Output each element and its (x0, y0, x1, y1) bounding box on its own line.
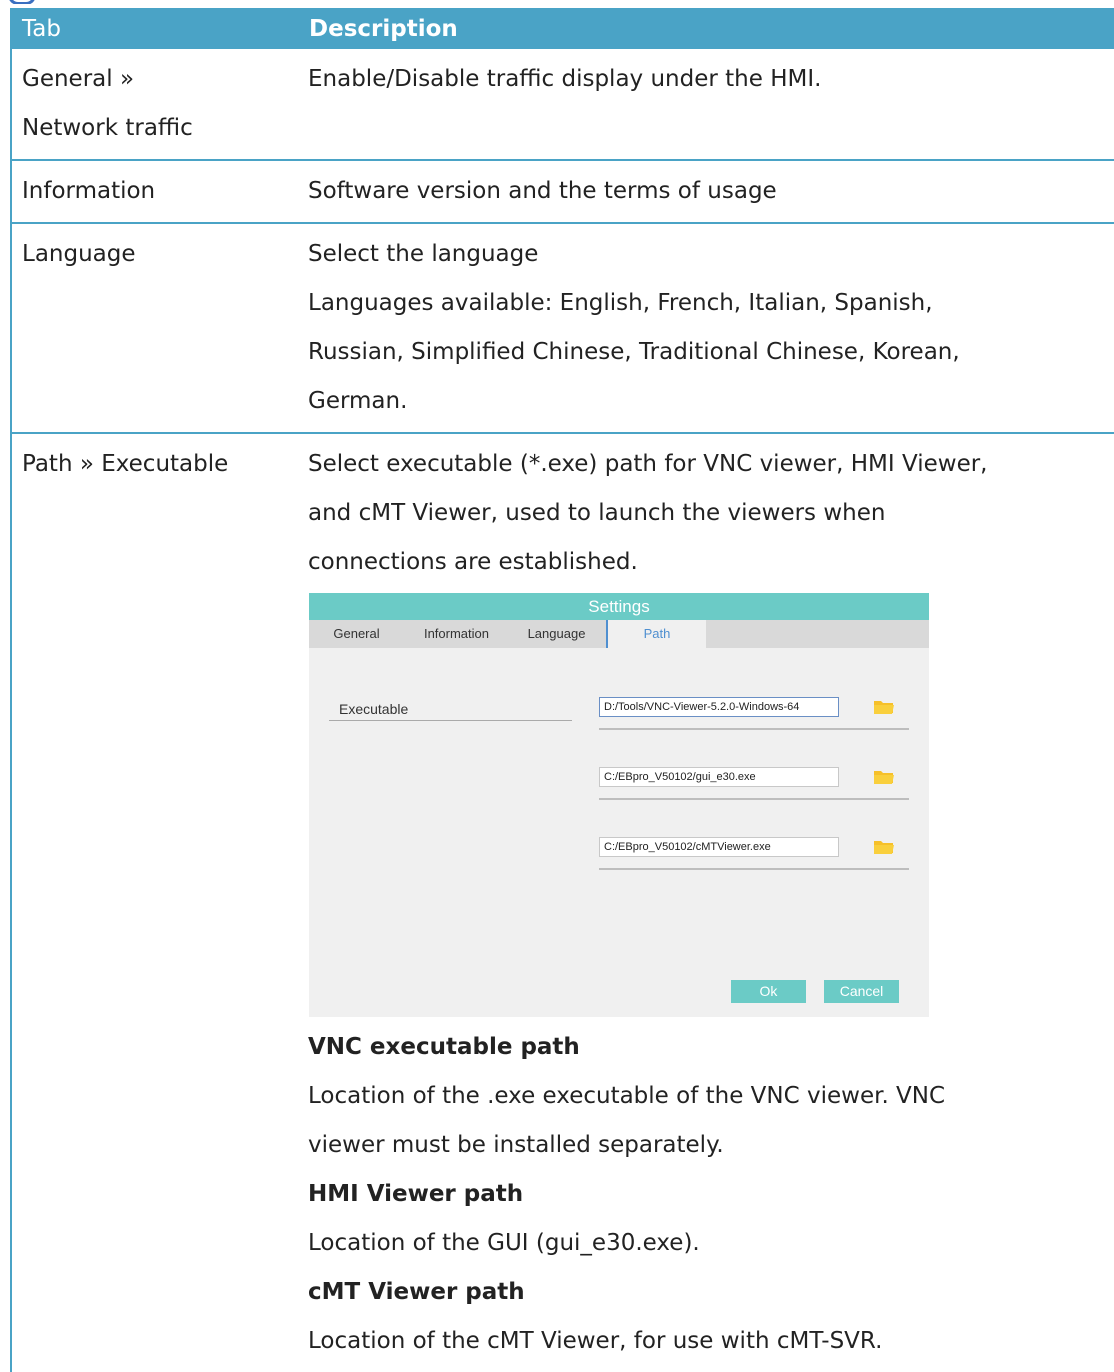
table-row-path: Path » Executable Select executable (*.e… (10, 433, 1114, 1372)
ok-button[interactable]: Ok (731, 980, 806, 1003)
desc-language-3: Russian, Simplified Chinese, Traditional… (308, 339, 960, 365)
top-strip (0, 0, 1114, 8)
dialog-tab-bar: General Information Language Path (309, 620, 929, 648)
table-row-information: Information Software version and the ter… (10, 160, 1114, 224)
settings-table: Tab Description General » Network traffi… (10, 8, 1114, 1372)
hmi-text: Location of the GUI (gui_e30.exe). (308, 1230, 700, 1256)
cmt-text: Location of the cMT Viewer, for use with… (308, 1328, 883, 1354)
section-label-executable: Executable (339, 701, 409, 717)
dialog-tab-language[interactable]: Language (509, 620, 604, 648)
tab-information: Information (22, 178, 156, 204)
hmi-path-group: HMI Viewer path C:/EBpro_V50102/gui_e30.… (599, 749, 909, 800)
vnc-text-2: viewer must be installed separately. (308, 1132, 724, 1158)
hmi-path-input[interactable]: C:/EBpro_V50102/gui_e30.exe (599, 767, 839, 787)
vnc-heading: VNC executable path (308, 1034, 580, 1060)
cmt-path-input[interactable]: C:/EBpro_V50102/cMTViewer.exe (599, 837, 839, 857)
table-row-language: Language Select the language Languages a… (10, 223, 1114, 434)
desc-information: Software version and the terms of usage (308, 178, 777, 204)
vnc-text-1: Location of the .exe executable of the V… (308, 1083, 946, 1109)
vnc-group-divider (599, 728, 909, 730)
desc-language-1: Select the language (308, 241, 539, 267)
tab-general-line2: Network traffic (22, 115, 193, 141)
table-header-row: Tab Description (10, 8, 1114, 49)
desc-path-intro2: and cMT Viewer, used to launch the viewe… (308, 500, 886, 526)
desc-language-2: Languages available: English, French, It… (308, 290, 933, 316)
cmt-path-group: cMT Viewer path C:/EBpro_V50102/cMTViewe… (599, 819, 909, 870)
cancel-button[interactable]: Cancel (824, 980, 899, 1003)
folder-icon[interactable] (874, 839, 894, 854)
tab-path: Path » Executable (22, 451, 229, 477)
header-tab: Tab (10, 8, 298, 49)
hmi-group-divider (599, 798, 909, 800)
desc-general: Enable/Disable traffic display under the… (308, 66, 822, 92)
cell-desc-language: Select the language Languages available:… (298, 223, 1114, 434)
desc-language-4: German. (308, 388, 408, 414)
dialog-tab-path[interactable]: Path (606, 620, 706, 648)
folder-icon[interactable] (874, 699, 894, 714)
cell-desc-path: Select executable (*.exe) path for VNC v… (298, 433, 1114, 1372)
vnc-path-group: VNC executable path D:/Tools/VNC-Viewer-… (599, 679, 909, 730)
cell-tab-general: General » Network traffic (10, 49, 298, 161)
tab-language: Language (22, 241, 136, 267)
cell-desc-general: Enable/Disable traffic display under the… (298, 49, 1114, 161)
folder-icon[interactable] (874, 769, 894, 784)
dialog-tab-general[interactable]: General (309, 620, 404, 648)
vnc-path-input[interactable]: D:/Tools/VNC-Viewer-5.2.0-Windows-64 (599, 697, 839, 717)
heading-fragment (0, 0, 60, 4)
cell-tab-information: Information (10, 160, 298, 224)
cmt-heading: cMT Viewer path (308, 1279, 525, 1305)
cell-desc-information: Software version and the terms of usage (298, 160, 1114, 224)
dialog-title: Settings (309, 593, 929, 620)
hmi-heading: HMI Viewer path (308, 1181, 524, 1207)
table-row-general: General » Network traffic Enable/Disable… (10, 49, 1114, 161)
cell-tab-path: Path » Executable (10, 433, 298, 1372)
desc-path-intro1: Select executable (*.exe) path for VNC v… (308, 451, 988, 477)
header-description: Description (297, 8, 1114, 49)
dialog-tab-information[interactable]: Information (404, 620, 509, 648)
settings-dialog-screenshot: Settings General Information Language Pa… (309, 593, 929, 1017)
cell-tab-language: Language (10, 223, 298, 434)
cmt-group-divider (599, 868, 909, 870)
section-divider (329, 720, 572, 721)
tab-general-line1: General » (22, 66, 135, 92)
desc-path-intro3: connections are established. (308, 549, 638, 575)
